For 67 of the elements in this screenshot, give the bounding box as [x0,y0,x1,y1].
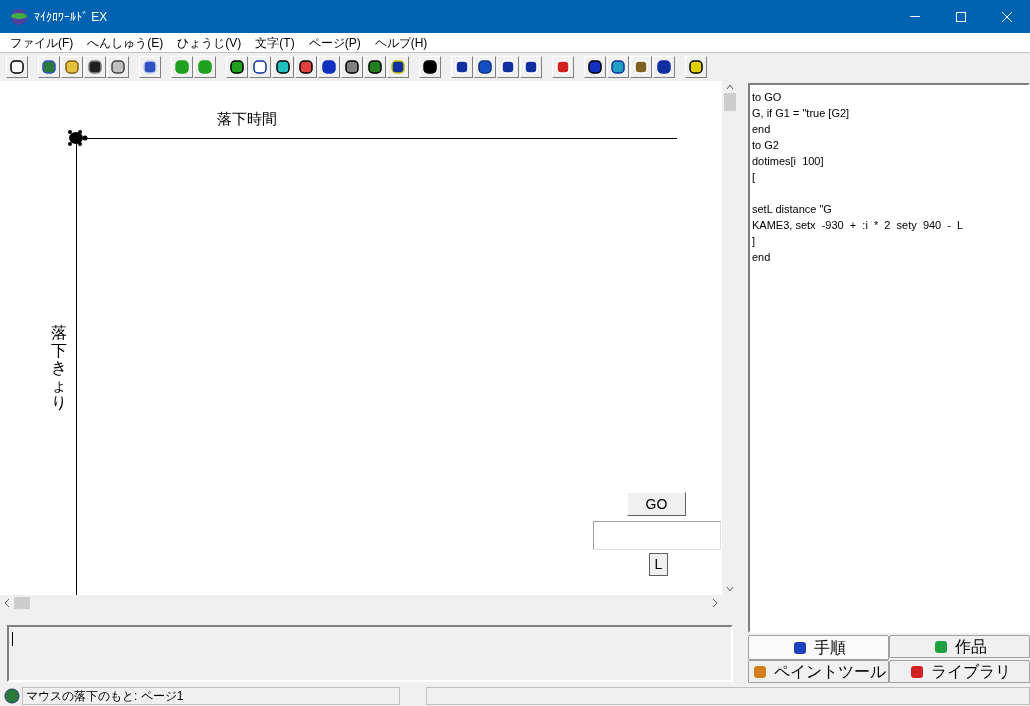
go-button[interactable]: GO [627,492,686,516]
close-icon [1002,11,1012,22]
code-line: end [752,122,772,137]
maximize-icon [956,11,966,22]
sphere-button[interactable] [387,56,409,78]
folder-button[interactable] [61,56,83,78]
stop-hand-button[interactable] [552,56,574,78]
tab[interactable]: 作品 [889,635,1030,658]
capsule-button[interactable] [295,56,317,78]
axis-label: 落下きょり [51,324,67,412]
text-box-button[interactable] [249,56,271,78]
code-line: to G2 [752,138,780,153]
eye-button[interactable] [451,56,473,78]
printer-button[interactable] [107,56,129,78]
scroll-thumb[interactable] [724,93,736,111]
zoom-out-button[interactable] [520,56,542,78]
movie-camera-button[interactable] [364,56,386,78]
window-title: ﾏｲｸﾛﾜｰﾙﾄﾞ EX [34,8,108,26]
scroll-left-icon [4,598,10,608]
menu-item[interactable]: ファイル(F) [4,33,80,52]
code-line: to GO [752,90,783,105]
menu-item[interactable]: ひょうじ(V) [171,33,248,52]
undo-button[interactable] [653,56,675,78]
menu-item[interactable]: へんしゅう(E) [81,33,170,52]
menu-item[interactable]: 文字(T) [249,33,301,52]
turtle-button[interactable] [226,56,248,78]
tab-icon [932,638,949,655]
code-line: G, if G1 = "true [G2] [752,106,851,121]
tab-icon [791,639,808,656]
code-line: dotimes[i 100] [752,154,825,169]
scroll-right-icon [712,598,718,608]
l-button[interactable]: L [649,553,668,576]
tab[interactable]: 手順 [748,635,889,660]
tab[interactable]: ライブラリ [889,660,1030,683]
copy-button[interactable] [607,56,629,78]
axis-label: 落下時間 [217,109,277,129]
code-line: ] [752,234,757,249]
stamp-button[interactable] [474,56,496,78]
music-note-button[interactable] [318,56,340,78]
minimize-icon [910,16,920,17]
code-line: KAME3, setx -930 + :i * 2 sety 940 - L [752,218,965,233]
paste-button[interactable] [630,56,652,78]
scroll-thumb[interactable] [14,597,30,609]
lamp-button[interactable] [272,56,294,78]
pointer-button[interactable] [6,56,28,78]
globe-button[interactable] [38,56,60,78]
panel-button[interactable] [139,56,161,78]
right-arrow-button[interactable] [194,56,216,78]
tab-icon [908,663,925,680]
command-field[interactable] [7,625,733,682]
question-button[interactable] [685,56,707,78]
zoom-in-button[interactable] [497,56,519,78]
status-text: マウスの落下のもと: ページ1 [22,687,400,705]
code-line: end [752,250,772,265]
tab[interactable]: ペイントツール [748,660,889,683]
tab-icon [751,663,768,680]
code-line: [ [752,170,757,185]
menu-item[interactable]: ヘルプ(H) [368,33,434,52]
code-line: setL distance "G [752,202,833,217]
input-field[interactable] [593,521,721,550]
scissors-button[interactable] [584,56,606,78]
left-arrow-button[interactable] [171,56,193,78]
microphone-button[interactable] [341,56,363,78]
menu-item[interactable]: ページ(P) [302,33,367,52]
code-editor[interactable]: to GO G, if G1 = "true [G2] end to G2 dotimes[i 100] [ setL distance "G KAME3, setx -930 + :i * 2 sety 940 - L ] end [748,83,1030,633]
arrow-cursor-button[interactable] [419,56,441,78]
floppy-button[interactable] [84,56,106,78]
